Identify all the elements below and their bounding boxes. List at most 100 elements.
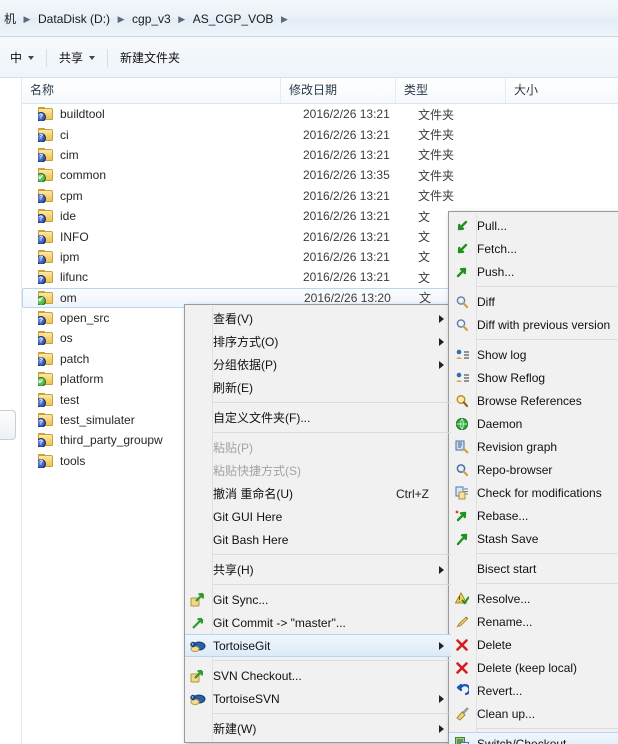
context-menu-item[interactable]: 排序方式(O) — [185, 330, 451, 353]
breadcrumb-item-0[interactable]: 机 — [0, 9, 20, 29]
file-name-cell[interactable]: ? ide — [38, 209, 76, 224]
tortoisegit-menu-item[interactable]: Clean up... — [449, 702, 618, 725]
tortoisegit-menu-item[interactable]: Show Reflog — [449, 366, 618, 389]
column-header-name[interactable]: 名称 — [22, 78, 281, 103]
tortoisegit-menu-item[interactable]: Delete — [449, 633, 618, 656]
daemon-icon — [453, 416, 471, 432]
file-row[interactable]: ✔ common 2016/2/26 13:35 文件夹 — [22, 165, 618, 185]
column-header-date[interactable]: 修改日期 — [281, 78, 396, 103]
file-name-cell[interactable]: ? ipm — [38, 249, 80, 264]
tortoisegit-menu-item[interactable]: Delete (keep local) — [449, 656, 618, 679]
file-name-cell[interactable]: ? test — [38, 392, 79, 407]
tortoisegit-menu-item-label: Show log — [477, 347, 527, 362]
tortoisegit-menu-item[interactable]: Rename... — [449, 610, 618, 633]
breadcrumb-separator-icon[interactable]: ▶ — [20, 10, 34, 28]
chevron-right-icon[interactable] — [439, 314, 444, 323]
context-menu-item[interactable]: 分组依据(P) — [185, 353, 451, 376]
chevron-down-icon[interactable] — [28, 56, 35, 60]
tortoisegit-menu-item[interactable]: Show log — [449, 343, 618, 366]
tortoisegit-menu-item[interactable]: Browse References — [449, 389, 618, 412]
file-name-cell[interactable]: ? patch — [38, 351, 89, 366]
context-menu-item[interactable]: Git Sync... — [185, 588, 451, 611]
chevron-down-icon[interactable] — [89, 56, 96, 60]
context-menu-item[interactable]: TortoiseGit — [185, 634, 451, 657]
breadcrumb[interactable]: 机 ▶ DataDisk (D:) ▶ cgp_v3 ▶ AS_CGP_VOB ▶ — [0, 9, 291, 29]
column-header-size[interactable]: 大小 — [506, 78, 618, 103]
chevron-right-icon[interactable] — [439, 724, 444, 733]
file-name-cell[interactable]: ? tools — [38, 453, 85, 468]
tortoisegit-menu-item[interactable]: Diff — [449, 290, 618, 313]
file-name-label: third_party_groupw — [60, 433, 163, 448]
tortoisegit-menu-item[interactable]: Daemon — [449, 412, 618, 435]
tortoisegit-menu-item[interactable]: Revision graph — [449, 435, 618, 458]
context-menu-separator — [213, 660, 451, 661]
context-menu-item[interactable]: 查看(V) — [185, 307, 451, 330]
context-menu-item[interactable]: 自定义文件夹(F)... — [185, 406, 451, 429]
file-name-cell[interactable]: ? cim — [38, 147, 79, 162]
context-menu-item[interactable]: Git Bash Here — [185, 528, 451, 551]
file-row[interactable]: ? ci 2016/2/26 13:21 文件夹 — [22, 124, 618, 144]
breadcrumb-separator-icon[interactable]: ▶ — [114, 10, 128, 28]
breadcrumb-separator-icon[interactable]: ▶ — [175, 10, 189, 28]
chevron-right-icon[interactable] — [439, 694, 444, 703]
context-menu-item[interactable]: 刷新(E) — [185, 376, 451, 399]
breadcrumb-item-1[interactable]: DataDisk (D:) — [34, 9, 114, 29]
explorer-context-menu[interactable]: 查看(V) 排序方式(O) 分组依据(P) 刷新(E) 自定义文件夹(F)... 粘贴(P… — [184, 304, 452, 743]
tortoisegit-menu-item[interactable]: Revert... — [449, 679, 618, 702]
file-name-cell[interactable]: ? test_simulater — [38, 413, 135, 428]
file-date-cell: 2016/2/26 13:21 — [303, 107, 390, 122]
context-menu-item[interactable]: SVN Checkout... — [185, 664, 451, 687]
file-name-cell[interactable]: ✔ om — [38, 290, 77, 305]
context-menu-item[interactable]: 共享(H) — [185, 558, 451, 581]
chevron-right-icon[interactable] — [439, 565, 444, 574]
breadcrumb-item-2[interactable]: cgp_v3 — [128, 9, 175, 29]
file-name-cell[interactable]: ? lifunc — [38, 270, 88, 285]
tortoisegit-menu-item-label: Diff with previous version — [477, 317, 611, 332]
tortoisegit-menu-item[interactable]: Pull... — [449, 214, 618, 237]
file-name-cell[interactable]: ? os — [38, 331, 73, 346]
file-name-cell[interactable]: ? buildtool — [38, 107, 105, 122]
file-row[interactable]: ? cim 2016/2/26 13:21 文件夹 — [22, 145, 618, 165]
repo-browser-icon — [453, 462, 471, 478]
nav-pane-splitter-handle[interactable] — [0, 410, 16, 440]
tortoisegit-menu-item[interactable]: Repo-browser — [449, 458, 618, 481]
context-menu-item-label: SVN Checkout... — [213, 668, 302, 683]
tortoisegit-menu-item[interactable]: Diff with previous version — [449, 313, 618, 336]
tortoisegit-menu-item[interactable]: Rebase... — [449, 504, 618, 527]
chevron-right-icon[interactable] — [439, 337, 444, 346]
context-menu-item[interactable]: 新建(W) — [185, 717, 451, 740]
tortoisegit-menu-item[interactable]: Resolve... — [449, 587, 618, 610]
file-type-cell: 文 — [418, 209, 431, 224]
context-menu-item[interactable]: TortoiseSVN — [185, 687, 451, 710]
file-name-cell[interactable]: ✔ common — [38, 168, 106, 183]
context-menu-item[interactable]: Git Commit -> "master"... — [185, 611, 451, 634]
command-bar-button-1[interactable]: 共享 — [49, 47, 105, 69]
breadcrumb-item-3[interactable]: AS_CGP_VOB — [189, 9, 278, 29]
file-name-label: ipm — [60, 249, 80, 264]
breadcrumb-separator-icon[interactable]: ▶ — [277, 10, 291, 28]
command-bar-items[interactable]: 中 共享 新建文件夹 — [0, 47, 190, 69]
tortoisegit-submenu[interactable]: Pull... Fetch... Push... Diff Diff with prev… — [448, 211, 618, 744]
file-name-cell[interactable]: ? open_src — [38, 311, 109, 326]
chevron-right-icon[interactable] — [439, 360, 444, 369]
file-name-cell[interactable]: ? third_party_groupw — [38, 433, 163, 448]
column-header-type[interactable]: 类型 — [396, 78, 506, 103]
tortoisegit-menu-item[interactable]: Push... — [449, 260, 618, 283]
tortoisegit-menu-item[interactable]: Switch/Checkout... — [449, 732, 618, 744]
file-row[interactable]: ? buildtool 2016/2/26 13:21 文件夹 — [22, 104, 618, 124]
context-menu-item[interactable]: Git GUI Here — [185, 505, 451, 528]
file-name-cell[interactable]: ? ci — [38, 127, 69, 142]
tortoisegit-menu-item[interactable]: Stash Save — [449, 527, 618, 550]
tortoisegit-menu-item[interactable]: Fetch... — [449, 237, 618, 260]
file-row[interactable]: ? cpm 2016/2/26 13:21 文件夹 — [22, 186, 618, 206]
context-menu-item[interactable]: 撤消 重命名(U) Ctrl+Z — [185, 482, 451, 505]
file-name-cell[interactable]: ? cpm — [38, 188, 83, 203]
command-bar-button-2[interactable]: 新建文件夹 — [110, 47, 190, 69]
file-name-label: buildtool — [60, 107, 105, 122]
command-bar-button-0[interactable]: 中 — [0, 47, 44, 69]
file-name-cell[interactable]: ? INFO — [38, 229, 89, 244]
tortoisegit-menu-item[interactable]: Bisect start — [449, 557, 618, 580]
file-name-cell[interactable]: ✔ platform — [38, 372, 103, 387]
chevron-right-icon[interactable] — [439, 641, 444, 650]
tortoisegit-menu-item[interactable]: Check for modifications — [449, 481, 618, 504]
